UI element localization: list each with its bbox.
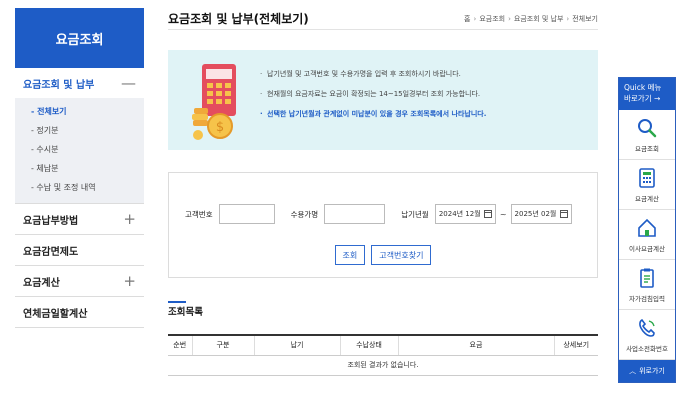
quick-item-label: 요금조회 [635, 144, 659, 153]
chevron-right-icon: › [566, 14, 570, 23]
results-header: 조회목록 [168, 301, 598, 322]
col-header: 상세보기 [554, 334, 598, 356]
house-icon [638, 218, 656, 237]
search-form: 고객번호 수용가명 납기년월 2024년 12월 ~ 2025년 02월 조회 … [168, 172, 598, 278]
col-header: 구분 [192, 334, 255, 356]
sidebar-section-billing: 요금조회 및 납부 — - 전체보기 - 정기분 - 수시분 - 체납분 - 수… [15, 68, 144, 204]
calculator-coins-icon: $ [192, 64, 236, 140]
results-title: 조회목록 [168, 307, 203, 318]
page-title: 요금조회 및 납부(전체보기) [168, 12, 309, 26]
submenu-item-all[interactable]: - 전체보기 [15, 102, 144, 121]
clipboard-icon [640, 268, 654, 288]
quick-item-self-reading[interactable]: 자가검침입력 [619, 260, 675, 310]
sidebar-item-discount[interactable]: 요금감면제도 [15, 235, 144, 265]
sidebar-item-billing[interactable]: 요금조회 및 납부 — [15, 68, 144, 98]
info-line-emphasis: 선택한 납기년월과 관계없이 미납분이 있을 경우 조회목록에서 나타납니다. [260, 104, 590, 124]
quick-item-label: 자가검침입력 [629, 294, 665, 303]
scroll-top-label: 위로가기 [639, 367, 665, 375]
title-row: 요금조회 및 납부(전체보기) 홈 › 요금조회 › 요금조회 및 납부 › 전… [168, 8, 598, 30]
sidebar-header: 요금조회 [15, 8, 144, 68]
search-row: 고객번호 수용가명 납기년월 2024년 12월 ~ 2025년 02월 [185, 203, 587, 225]
period-from-input[interactable]: 2024년 12월 [434, 204, 496, 224]
submenu-item-occasional[interactable]: - 수시분 [15, 140, 144, 159]
calendar-icon[interactable] [559, 210, 568, 218]
calendar-icon[interactable] [483, 210, 492, 218]
period-separator: ~ [499, 209, 507, 219]
magnifier-icon [638, 118, 657, 137]
name-label: 수용가명 [290, 209, 319, 219]
customer-no-label: 고객번호 [185, 209, 213, 219]
find-customer-no-button[interactable]: 고객번호찾기 [371, 245, 432, 265]
quick-item-bill-calc[interactable]: 요금계산 [619, 160, 675, 210]
table-row: 조회된 결과가 없습니다. [168, 355, 598, 376]
search-button[interactable]: 조회 [334, 245, 366, 265]
breadcrumb-item[interactable]: 요금조회 및 납부 [514, 14, 564, 24]
calculator-icon [639, 167, 655, 188]
sidebar-item-calc[interactable]: 요금계산 + [15, 266, 144, 296]
sidebar: 요금조회 요금조회 및 납부 — - 전체보기 - 정기분 - 수시분 - 체납… [15, 8, 144, 328]
sidebar-item-late-fee[interactable]: 연체금일할계산 [15, 297, 144, 327]
sidebar-item-label: 연체금일할계산 [23, 308, 88, 320]
breadcrumb-home[interactable]: 홈 [464, 14, 470, 24]
sidebar-section-calc: 요금계산 + [15, 266, 144, 297]
name-input[interactable] [324, 204, 386, 224]
collapse-icon[interactable]: — [121, 74, 136, 92]
info-box: $ 납기년월 및 고객번호 및 수용가명을 입력 후 조회하시기 바랍니다. 현… [168, 50, 598, 150]
period-to-input[interactable]: 2025년 02월 [510, 204, 572, 224]
sidebar-item-label: 요금조회 및 납부 [23, 79, 95, 91]
submenu-item-regular[interactable]: - 정기분 [15, 121, 144, 140]
sidebar-item-label: 요금감면제도 [23, 246, 79, 258]
breadcrumb: 홈 › 요금조회 › 요금조회 및 납부 › 전체보기 [464, 14, 598, 24]
chevron-right-icon: › [508, 14, 511, 23]
sidebar-submenu: - 전체보기 - 정기분 - 수시분 - 체납분 - 수납 및 조정 내역 [15, 98, 144, 203]
info-list: 납기년월 및 고객번호 및 수용가명을 입력 후 조회하시기 바랍니다. 현재월… [260, 64, 590, 124]
phone-icon [639, 318, 655, 337]
sidebar-item-label: 요금납부방법 [23, 215, 79, 227]
quick-menu-title: Quick 메뉴 [624, 83, 662, 92]
period-to-value: 2025년 02월 [514, 210, 557, 218]
quick-menu: Quick 메뉴 바로가기 → 요금조회 요금계산 이사요금계산 자가검침입력 … [618, 77, 676, 383]
quick-item-label: 요금계산 [635, 194, 659, 203]
quick-item-bill-inquiry[interactable]: 요금조회 [619, 110, 675, 160]
submenu-item-history[interactable]: - 수납 및 조정 내역 [15, 178, 144, 197]
sidebar-section-late-fee: 연체금일할계산 [15, 297, 144, 328]
submenu-item-overdue[interactable]: - 체납분 [15, 159, 144, 178]
empty-message: 조회된 결과가 없습니다. [168, 355, 598, 376]
chevron-right-icon: › [473, 14, 477, 23]
results-table: 순번 구분 납기 수납상태 요금 상세보기 조회된 결과가 없습니다. [168, 334, 598, 376]
sidebar-section-payment-method: 요금납부방법 + [15, 204, 144, 235]
chevron-up-icon: ︿ [629, 367, 637, 375]
quick-item-label: 사업소전화번호 [626, 344, 668, 353]
quick-menu-subtitle: 바로가기 → [624, 94, 661, 103]
sidebar-item-label: 요금계산 [23, 277, 60, 289]
expand-icon[interactable]: + [123, 210, 136, 228]
sidebar-section-discount: 요금감면제도 [15, 235, 144, 266]
svg-text:$: $ [216, 120, 224, 135]
table-header-row: 순번 구분 납기 수납상태 요금 상세보기 [168, 334, 598, 356]
expand-icon[interactable]: + [123, 272, 136, 290]
breadcrumb-item[interactable]: 요금조회 [479, 14, 505, 24]
period-label: 납기년월 [401, 209, 429, 219]
info-line: 납기년월 및 고객번호 및 수용가명을 입력 후 조회하시기 바랍니다. [260, 64, 590, 84]
col-header: 수납상태 [340, 334, 399, 356]
quick-item-move-calc[interactable]: 이사요금계산 [619, 210, 675, 260]
sidebar-item-payment-method[interactable]: 요금납부방법 + [15, 204, 144, 234]
info-line: 현재월의 요금자료는 요금이 확정되는 14~15일경부터 조회 가능합니다. [260, 84, 590, 104]
period-from-value: 2024년 12월 [438, 210, 481, 218]
search-buttons: 조회 고객번호찾기 [169, 245, 597, 265]
col-header: 요금 [398, 334, 555, 356]
col-header: 납기 [254, 334, 341, 356]
breadcrumb-current: 전체보기 [572, 14, 598, 23]
quick-item-label: 이사요금계산 [629, 244, 665, 253]
quick-menu-header[interactable]: Quick 메뉴 바로가기 → [619, 78, 675, 110]
scroll-top-button[interactable]: ︿ 위로가기 [619, 360, 675, 382]
quick-item-office-phone[interactable]: 사업소전화번호 [619, 310, 675, 360]
main-content: 요금조회 및 납부(전체보기) 홈 › 요금조회 › 요금조회 및 납부 › 전… [168, 8, 598, 376]
customer-no-input[interactable] [218, 204, 275, 224]
col-header: 순번 [168, 334, 193, 356]
